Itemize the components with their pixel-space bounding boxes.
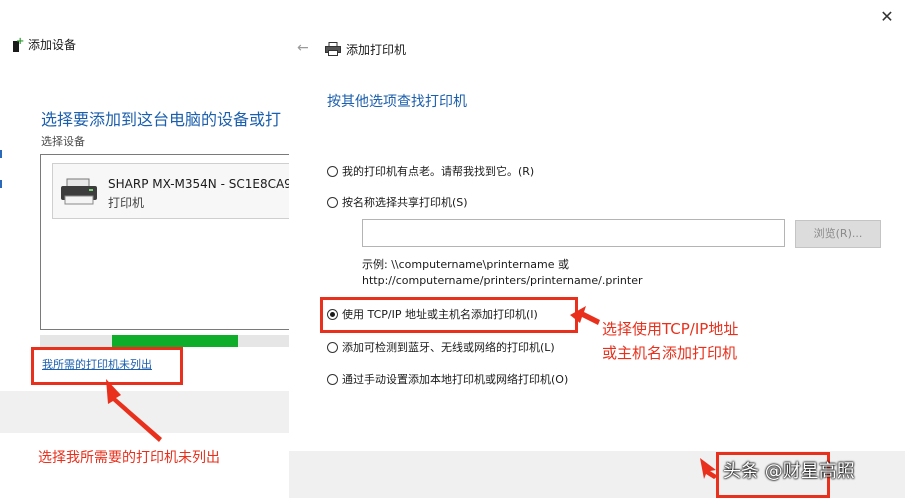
window-footer	[0, 391, 300, 433]
window-title: 添加设备	[28, 38, 77, 52]
printer-not-listed-link[interactable]: 我所需的打印机未列出	[42, 356, 152, 372]
search-progress-bar	[40, 335, 290, 347]
page-heading: 按其他选项查找打印机	[327, 94, 467, 110]
radio-button-selected[interactable]	[327, 308, 338, 320]
example-text: 示例: \\computername\printername 或 http://…	[362, 257, 643, 289]
radio-button[interactable]	[327, 373, 338, 385]
option-label: 添加可检测到蓝牙、无线或网络的打印机(L)	[342, 341, 555, 354]
radio-button[interactable]	[327, 341, 338, 353]
device-type: 打印机	[108, 196, 145, 210]
device-name: SHARP MX-M354N - SC1E8CA9	[108, 177, 292, 191]
annotation-line-2: 或主机名添加打印机	[602, 344, 738, 362]
annotation-line-1: 选择使用TCP/IP地址	[602, 320, 739, 338]
option-label: 通过手动设置添加本地打印机或网络打印机(O)	[342, 373, 569, 386]
add-printer-dialog: ✕ ← 添加打印机 按其他选项查找打印机 我的打印机有点老。请帮我找到它。(R)…	[289, 0, 905, 498]
select-device-label: 选择设备	[41, 135, 85, 148]
device-list: SHARP MX-M354N - SC1E8CA9 打印机	[40, 154, 304, 330]
dialog-title: 添加打印机	[346, 43, 407, 57]
radio-button[interactable]	[327, 196, 338, 208]
annotation-text-right: 选择使用TCP/IP地址 或主机名添加打印机	[602, 317, 738, 365]
add-device-icon: +	[12, 36, 24, 52]
window-title-bar: + 添加设备	[12, 36, 76, 53]
option-label: 我的打印机有点老。请帮我找到它。(R)	[342, 165, 535, 178]
example-line-1: 示例: \\computername\printername 或	[362, 258, 570, 271]
option-tcpip-hostname[interactable]: 使用 TCP/IP 地址或主机名添加打印机(I)	[327, 306, 538, 322]
example-line-2: http://computername/printers/printername…	[362, 274, 643, 287]
window-edge	[0, 150, 2, 210]
option-older-printer[interactable]: 我的打印机有点老。请帮我找到它。(R)	[327, 163, 534, 179]
add-device-window: + 添加设备 选择要添加到这台电脑的设备或打 选择设备 SHARP MX-M35…	[0, 0, 304, 433]
option-shared-printer-by-name[interactable]: 按名称选择共享打印机(S)	[327, 194, 468, 210]
annotation-text-left: 选择我所需要的打印机未列出	[38, 450, 220, 466]
printer-icon	[61, 178, 97, 205]
printer-icon	[325, 42, 341, 56]
close-button[interactable]: ✕	[878, 8, 896, 26]
option-label: 按名称选择共享打印机(S)	[342, 196, 468, 209]
printer-name-input[interactable]	[362, 219, 785, 247]
option-manual-local-or-network[interactable]: 通过手动设置添加本地打印机或网络打印机(O)	[327, 371, 568, 387]
progress-fill	[112, 335, 238, 347]
device-list-item[interactable]: SHARP MX-M354N - SC1E8CA9 打印机	[52, 163, 303, 219]
page-heading: 选择要添加到这台电脑的设备或打	[41, 110, 282, 129]
back-arrow-icon[interactable]: ←	[297, 40, 309, 56]
watermark: 头条 @财星高照	[723, 461, 855, 482]
option-label: 使用 TCP/IP 地址或主机名添加打印机(I)	[342, 308, 538, 321]
option-bluetooth-wireless-network[interactable]: 添加可检测到蓝牙、无线或网络的打印机(L)	[327, 339, 555, 355]
browse-button[interactable]: 浏览(R)...	[795, 220, 881, 248]
radio-button[interactable]	[327, 165, 338, 177]
